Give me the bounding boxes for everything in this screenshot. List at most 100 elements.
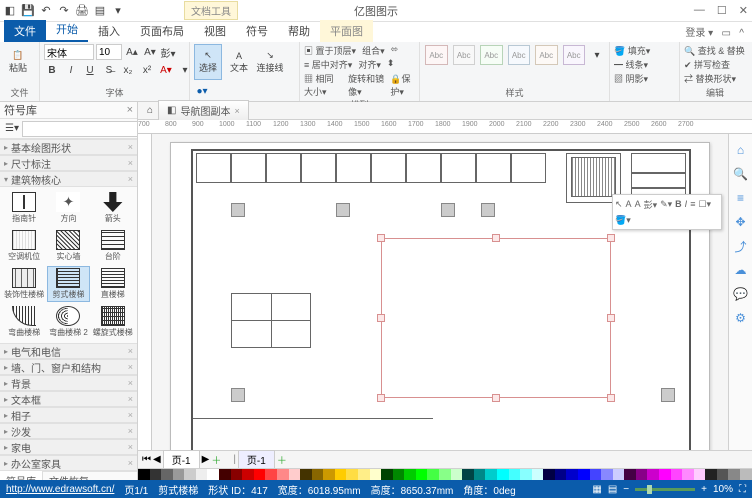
tab-start[interactable]: 开始 (46, 18, 88, 42)
page-prev-icon[interactable]: ◀ (153, 454, 161, 465)
font-increase-icon[interactable]: A▴ (124, 44, 140, 60)
color-swatch[interactable] (254, 469, 266, 480)
color-swatch[interactable] (647, 469, 659, 480)
mini-font-dec-icon[interactable]: A (635, 199, 641, 209)
color-swatch[interactable] (555, 469, 567, 480)
strike-icon[interactable]: S̶ (101, 62, 117, 78)
bring-front-button[interactable]: ▣ 置于顶层▾ (304, 44, 356, 57)
color-swatch[interactable] (636, 469, 648, 480)
shape-curve-stairs[interactable]: 弯曲楼梯 (3, 304, 45, 340)
minimize-icon[interactable]: — (694, 4, 705, 17)
color-swatch[interactable] (439, 469, 451, 480)
library-menu-icon[interactable]: ☰▾ (4, 121, 20, 137)
mini-bold-icon[interactable]: B (675, 199, 682, 209)
color-swatch[interactable] (404, 469, 416, 480)
color-swatch[interactable] (590, 469, 602, 480)
shadow-button[interactable]: ▨ 阴影▾ (614, 72, 648, 85)
select-tool[interactable]: ↖选择 (194, 44, 222, 80)
color-swatch[interactable] (393, 469, 405, 480)
category-box[interactable]: ▸相子× (0, 407, 137, 423)
color-swatch[interactable] (671, 469, 683, 480)
style-more-icon[interactable]: ▾ (589, 47, 605, 63)
shape-deco-stairs[interactable]: 装饰性楼梯 (3, 266, 45, 302)
text-tool[interactable]: A文本 (225, 44, 253, 80)
category-building-core[interactable]: ▾建筑物核心× (0, 171, 137, 187)
qat-dropdown-icon[interactable]: ▾ (112, 5, 124, 17)
color-swatch[interactable] (659, 469, 671, 480)
mini-style-icon[interactable]: 彭▾ (644, 198, 658, 211)
color-swatch[interactable] (416, 469, 428, 480)
color-swatch[interactable] (717, 469, 729, 480)
print-icon[interactable]: 🖨 (76, 5, 88, 17)
rotate-button[interactable]: 旋转和镜像▾ (348, 72, 384, 98)
style-preset-3[interactable]: Abc (480, 45, 503, 65)
color-swatch[interactable] (624, 469, 636, 480)
rt-comment-icon[interactable]: 💬 (733, 286, 749, 302)
rt-home-icon[interactable]: ⌂ (733, 142, 749, 158)
style-preset-5[interactable]: Abc (535, 45, 558, 65)
height-button[interactable]: ⬍ (387, 58, 395, 71)
width-button[interactable]: ⬄ (391, 44, 399, 57)
shape-circle-icon[interactable]: ●▾ (194, 83, 210, 99)
rt-cloud-icon[interactable]: ☁ (733, 262, 749, 278)
mini-toolbar[interactable]: ↖ A A 彭▾ ✎▾ B I ≡ ☐▾ 🪣▾ (612, 194, 722, 230)
doc-tab-close-icon[interactable]: × (234, 106, 239, 116)
shape-spiral-stairs[interactable]: 螺旋式楼梯 (92, 304, 134, 340)
color-swatch[interactable] (184, 469, 196, 480)
mini-italic-icon[interactable]: I (685, 199, 688, 209)
italic-icon[interactable]: I (63, 62, 79, 78)
find-button[interactable]: 🔍 查找 & 替换 (684, 44, 745, 57)
category-wall-door[interactable]: ▸墙、门、窗户和结构× (0, 359, 137, 375)
category-basic[interactable]: ▸基本绘图形状× (0, 139, 137, 155)
rt-layer-icon[interactable]: ≡ (733, 190, 749, 206)
page-tab-1b[interactable]: 页-1 (238, 450, 275, 469)
zoom-in-icon[interactable]: + (701, 484, 707, 495)
color-swatch[interactable] (381, 469, 393, 480)
color-swatch[interactable] (566, 469, 578, 480)
color-palette[interactable] (138, 468, 752, 480)
export-icon[interactable]: ▤ (94, 5, 106, 17)
sidebar-close-icon[interactable]: × (127, 104, 133, 116)
color-swatch[interactable] (196, 469, 208, 480)
same-size-button[interactable]: ▦ 相同大小▾ (304, 72, 342, 98)
tab-file[interactable]: 文件 (4, 20, 46, 42)
color-swatch[interactable] (728, 469, 740, 480)
color-swatch[interactable] (207, 469, 219, 480)
category-electrical[interactable]: ▸电气和电信× (0, 343, 137, 359)
color-swatch[interactable] (705, 469, 717, 480)
mini-cursor-icon[interactable]: ↖ (615, 199, 623, 210)
shape-compass[interactable]: 指南针 (3, 190, 45, 226)
color-swatch[interactable] (138, 469, 150, 480)
color-swatch[interactable] (312, 469, 324, 480)
shape-scissor-stairs[interactable]: 剪式楼梯 (47, 266, 89, 302)
fit-icon[interactable]: ⛶ (739, 484, 746, 495)
color-swatch[interactable] (740, 469, 752, 480)
rt-search-icon[interactable]: 🔍 (733, 166, 749, 182)
tab-symbol[interactable]: 符号 (236, 20, 278, 42)
canvas[interactable]: ↖ A A 彭▾ ✎▾ B I ≡ ☐▾ 🪣▾ (152, 134, 728, 450)
category-appliance[interactable]: ▸家电× (0, 439, 137, 455)
color-swatch[interactable] (265, 469, 277, 480)
tab-layout[interactable]: 页面布局 (130, 20, 194, 42)
style-preset-1[interactable]: Abc (425, 45, 448, 65)
color-swatch[interactable] (474, 469, 486, 480)
spell-button[interactable]: ✔ 拼写检查 (684, 58, 730, 71)
paste-button[interactable]: 📋粘贴 (4, 44, 32, 80)
color-swatch[interactable] (694, 469, 706, 480)
search-input[interactable] (22, 121, 138, 137)
rt-settings-icon[interactable]: ⚙ (733, 310, 749, 326)
color-swatch[interactable] (509, 469, 521, 480)
bold-icon[interactable]: B (44, 62, 60, 78)
redo-icon[interactable]: ↷ (58, 5, 70, 17)
color-swatch[interactable] (150, 469, 162, 480)
tab-insert[interactable]: 插入 (88, 20, 130, 42)
shape-step[interactable]: 台阶 (92, 228, 134, 264)
style-preset-4[interactable]: Abc (508, 45, 531, 65)
font-name-select[interactable] (44, 44, 94, 60)
color-swatch[interactable] (578, 469, 590, 480)
color-swatch[interactable] (601, 469, 613, 480)
color-swatch[interactable] (485, 469, 497, 480)
category-background[interactable]: ▸背景× (0, 375, 137, 391)
mini-fill-icon[interactable]: ☐▾ (698, 199, 711, 210)
close-icon[interactable]: ✕ (739, 4, 748, 17)
